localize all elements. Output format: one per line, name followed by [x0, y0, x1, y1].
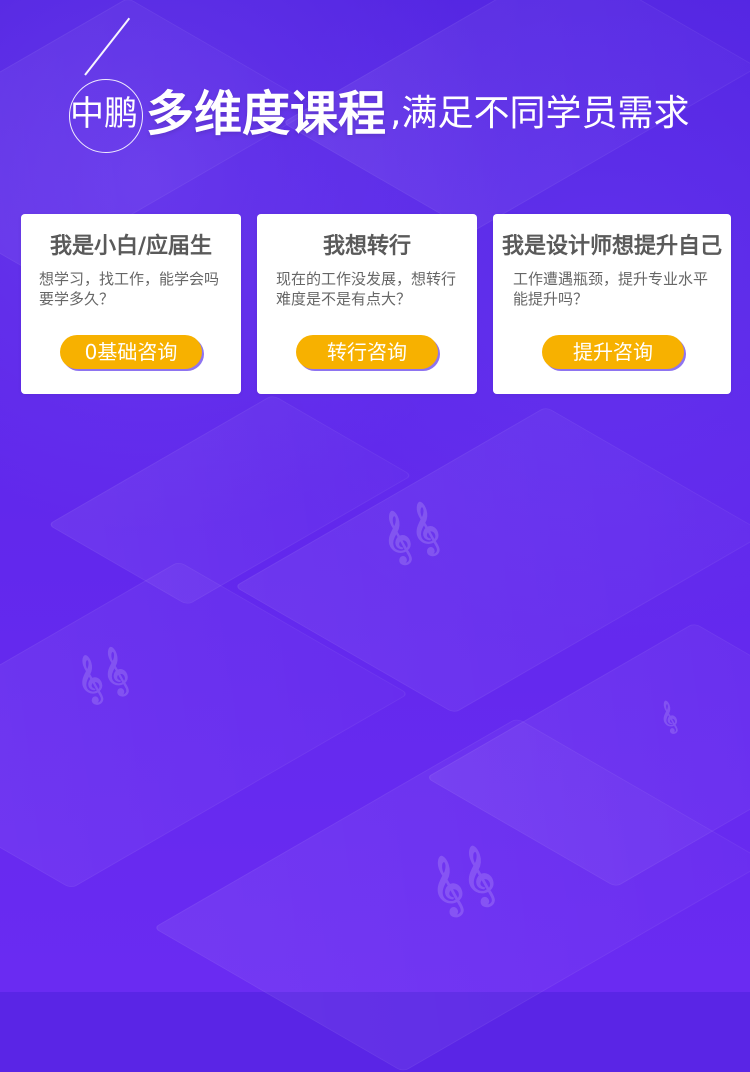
consult-button-upgrade[interactable]: 提升咨询	[542, 335, 684, 369]
card-description: 想学习，找工作，能学会吗 要学多久？	[39, 270, 220, 308]
page-title-brand: 中鹏	[70, 94, 138, 134]
course-card-upgrade: 我是设计师想提升自己 工作遭遇瓶颈，提升专业水平 能提升吗？ 提升咨询	[493, 214, 731, 394]
card-title: 我是小白/应届生	[49, 234, 213, 259]
page-title: 中鹏 多维度课程 ,满足不同学员需求	[70, 78, 689, 150]
course-card-beginner: 我是小白/应届生 想学习，找工作，能学会吗 要学多久？ 0基础咨询	[21, 214, 241, 394]
page-title-main: 多维度课程	[146, 86, 387, 142]
card-title: 我想转行	[322, 234, 411, 259]
card-description: 工作遭遇瓶颈，提升专业水平 能提升吗？	[513, 270, 709, 308]
consult-button-beginner[interactable]: 0基础咨询	[60, 335, 202, 369]
card-title: 我是设计师想提升自己	[501, 234, 722, 259]
course-card-career-change: 我想转行 现在的工作没发展，想转行 难度是不是有点大？ 转行咨询	[257, 214, 477, 394]
card-description: 现在的工作没发展，想转行 难度是不是有点大？	[276, 270, 457, 308]
consult-button-career-change[interactable]: 转行咨询	[296, 335, 438, 369]
page-title-subtitle: ,满足不同学员需求	[390, 93, 690, 134]
